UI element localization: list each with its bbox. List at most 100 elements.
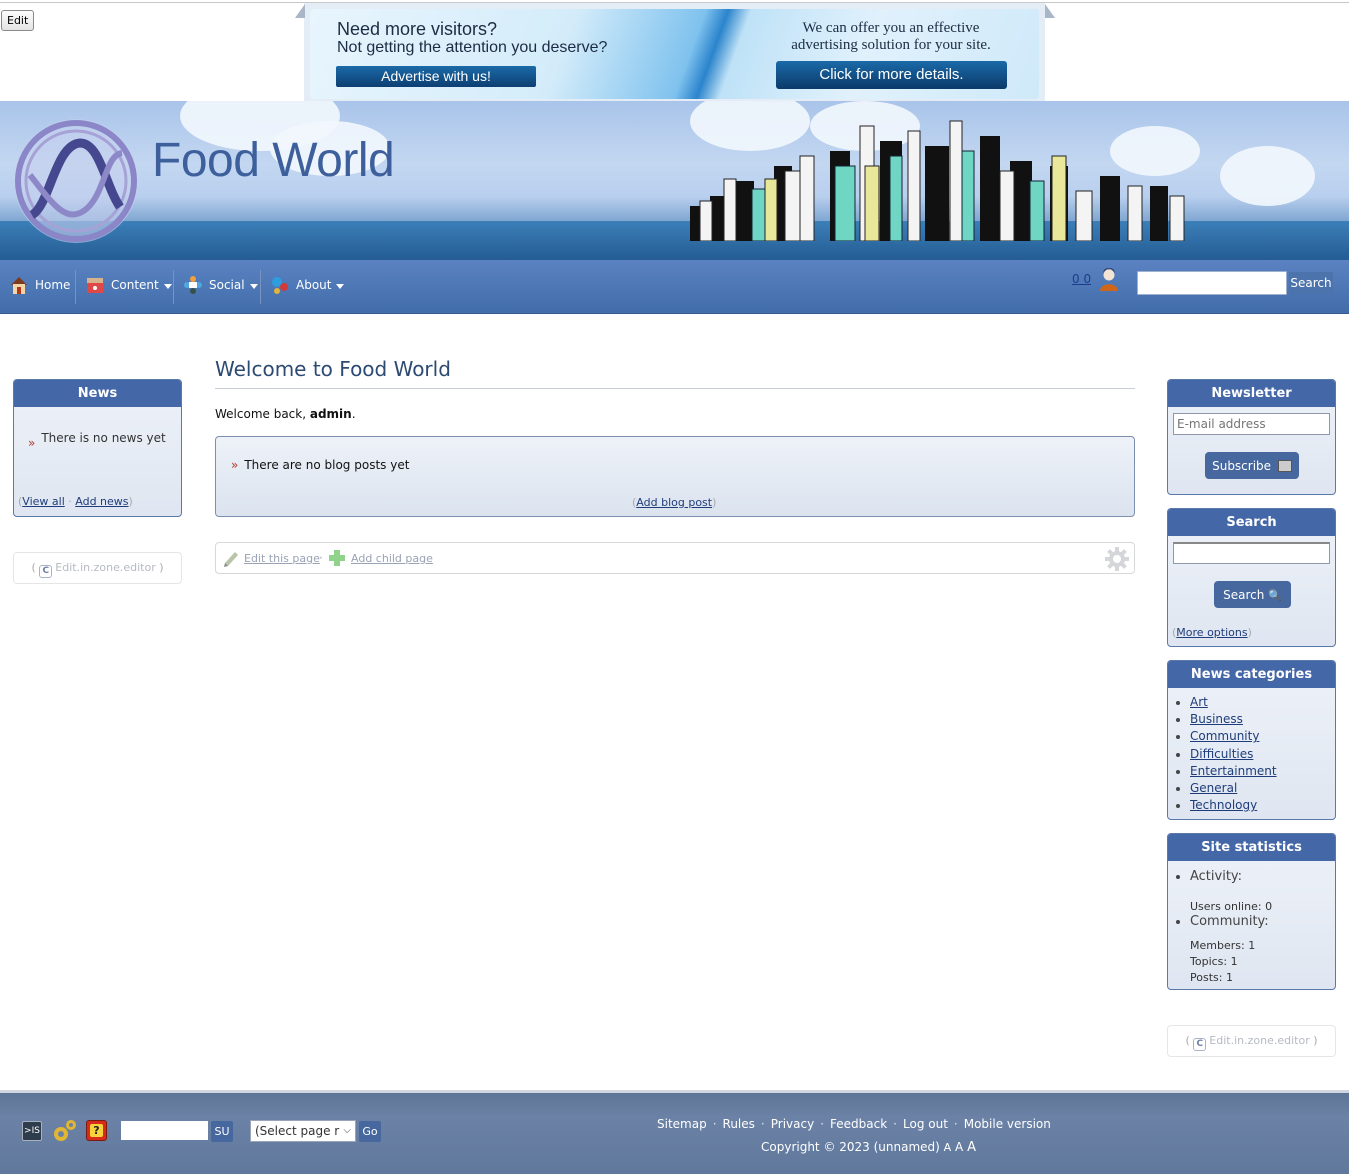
sidebar-search-input[interactable] [1173, 542, 1330, 564]
news-empty: » There is no news yet [28, 430, 168, 450]
category-link-business[interactable]: Business [1190, 712, 1243, 726]
nav-label-home: Home [35, 278, 71, 292]
page-select[interactable]: (Select page r ⌵ [250, 1120, 356, 1142]
sidebar-search-button[interactable]: Search 🔍 [1214, 581, 1291, 608]
footer-link-sitemap[interactable]: Sitemap [657, 1117, 707, 1131]
gears-icon [272, 277, 288, 294]
zone-editor-label: Edit.in.zone.editor [1209, 1034, 1310, 1047]
ad-offer-line-1: We can offer you an effective [802, 20, 980, 36]
subscribe-button[interactable]: Subscribe [1205, 452, 1299, 479]
footer-link-feedback[interactable]: Feedback [830, 1117, 887, 1131]
nav-separator [260, 270, 261, 304]
members-label: Members: [1190, 939, 1245, 952]
nav-item-content[interactable]: Content [85, 270, 172, 300]
help-icon[interactable]: ? [86, 1120, 107, 1141]
view-all-news-link[interactable]: View all [22, 495, 64, 508]
footer-link-rules[interactable]: Rules [723, 1117, 755, 1131]
more-details-button[interactable]: Click for more details. [776, 61, 1007, 89]
add-child-page-link[interactable]: Add child page [351, 552, 433, 565]
nav-item-home[interactable]: Home [9, 270, 70, 300]
blog-empty: » There are no blog posts yet [231, 458, 409, 472]
edit-page-link[interactable]: Edit this page [244, 552, 320, 565]
people-icon [184, 276, 202, 294]
category-link-art[interactable]: Art [1190, 695, 1208, 709]
ad-banner[interactable]: Need more visitors? Not getting the atte… [310, 9, 1039, 99]
site-title[interactable]: Food World [152, 133, 395, 188]
user-avatar-icon[interactable] [1098, 268, 1120, 292]
category-link-entertainment[interactable]: Entertainment [1190, 764, 1277, 778]
chevron-down-icon: ⌵ [343, 1125, 351, 1136]
font-size-small[interactable]: A [944, 1141, 952, 1154]
stat-users-online: Users online: 0 [1190, 900, 1272, 913]
footer-link-logout[interactable]: Log out [903, 1117, 948, 1131]
category-item: Community [1190, 728, 1277, 745]
wave-circle-logo-icon[interactable] [10, 115, 142, 247]
posts-label: Posts: [1190, 971, 1223, 984]
add-blog-post-link[interactable]: Add blog post [636, 496, 712, 509]
font-size-large[interactable]: A [967, 1140, 976, 1155]
header-search-button[interactable]: Search [1289, 272, 1333, 294]
blog-links: (Add blog post) [632, 496, 717, 509]
site-header: Food World [0, 101, 1349, 260]
blog-empty-text: There are no blog posts yet [244, 458, 410, 472]
ad-offer-text: We can offer you an effective advertisin… [780, 20, 1002, 54]
category-link-community[interactable]: Community [1190, 729, 1259, 743]
category-link-technology[interactable]: Technology [1190, 798, 1257, 812]
edit-button[interactable]: Edit [1, 10, 35, 31]
font-size-medium[interactable]: A [955, 1140, 963, 1154]
zone-editor-left[interactable]: ( C Edit.in.zone.editor ) [13, 552, 182, 584]
double-chevron-icon: » [231, 458, 239, 472]
newsletter-email-input[interactable] [1173, 413, 1330, 435]
posts-value: 1 [1225, 971, 1233, 984]
nav-item-social[interactable]: Social [183, 270, 258, 300]
c-edit-icon: C [1193, 1038, 1207, 1051]
news-box-title: News [14, 380, 181, 407]
more-options-link[interactable]: More options [1176, 626, 1247, 639]
category-link-general[interactable]: General [1190, 781, 1237, 795]
stat-members: Members: 1 [1190, 938, 1255, 954]
plus-icon [329, 550, 345, 566]
nav-item-about[interactable]: About [270, 270, 345, 300]
su-button[interactable]: SU [211, 1121, 233, 1142]
category-link-difficulties[interactable]: Difficulties [1190, 747, 1253, 761]
nav-label-content: Content [111, 278, 159, 292]
news-categories-list: Art Business Community Difficulties Ente… [1190, 694, 1277, 814]
statistics-list: Activity: [1190, 869, 1242, 884]
footer-link-mobile[interactable]: Mobile version [964, 1117, 1051, 1131]
news-categories-box: News categories Art Business Community D… [1167, 660, 1336, 820]
statistics-list-community: Community: [1190, 914, 1269, 929]
site-statistics-box: Site statistics Activity: Users online: … [1167, 833, 1336, 990]
activity-label: Activity: [1190, 869, 1243, 884]
zone-editor-label: Edit.in.zone.editor [55, 561, 156, 574]
users-online-value: 0 [1265, 900, 1273, 913]
community-label: Community: [1190, 914, 1269, 929]
category-item: Difficulties [1190, 746, 1277, 763]
cloud [1220, 146, 1315, 206]
stat-activity: Activity: [1190, 869, 1242, 884]
footer-link-privacy[interactable]: Privacy [771, 1117, 814, 1131]
stat-community-values: Members: 1 Topics: 1 Posts: 1 [1190, 938, 1255, 986]
notification-counters[interactable]: 0 0 [1072, 272, 1091, 286]
header-search-input[interactable] [1137, 271, 1287, 295]
more-options: (More options) [1172, 626, 1252, 639]
nav-separator [75, 270, 76, 304]
go-button[interactable]: Go [359, 1121, 381, 1142]
page-tools: Edit this page · Add child page [215, 542, 1135, 574]
mail-clock-icon [1277, 459, 1292, 472]
category-item: General [1190, 780, 1277, 797]
zone-editor-right[interactable]: ( C Edit.in.zone.editor ) [1167, 1025, 1336, 1057]
category-item: Entertainment [1190, 763, 1277, 780]
search-box-title: Search [1168, 509, 1335, 536]
category-item: Technology [1190, 797, 1277, 814]
newsletter-title: Newsletter [1168, 380, 1335, 407]
ad-corner-left [295, 4, 305, 18]
magnifier-icon: 🔍 [1268, 588, 1282, 602]
category-item: Art [1190, 694, 1277, 711]
advertise-button[interactable]: Advertise with us! [336, 66, 536, 87]
gear-icon[interactable] [1104, 546, 1130, 572]
add-news-link[interactable]: Add news [75, 495, 128, 508]
settings-gears-icon[interactable] [51, 1119, 77, 1143]
news-box: News » There is no news yet (View all · … [13, 379, 182, 517]
console-icon[interactable]: >IS [22, 1121, 42, 1141]
su-input[interactable] [121, 1121, 208, 1140]
